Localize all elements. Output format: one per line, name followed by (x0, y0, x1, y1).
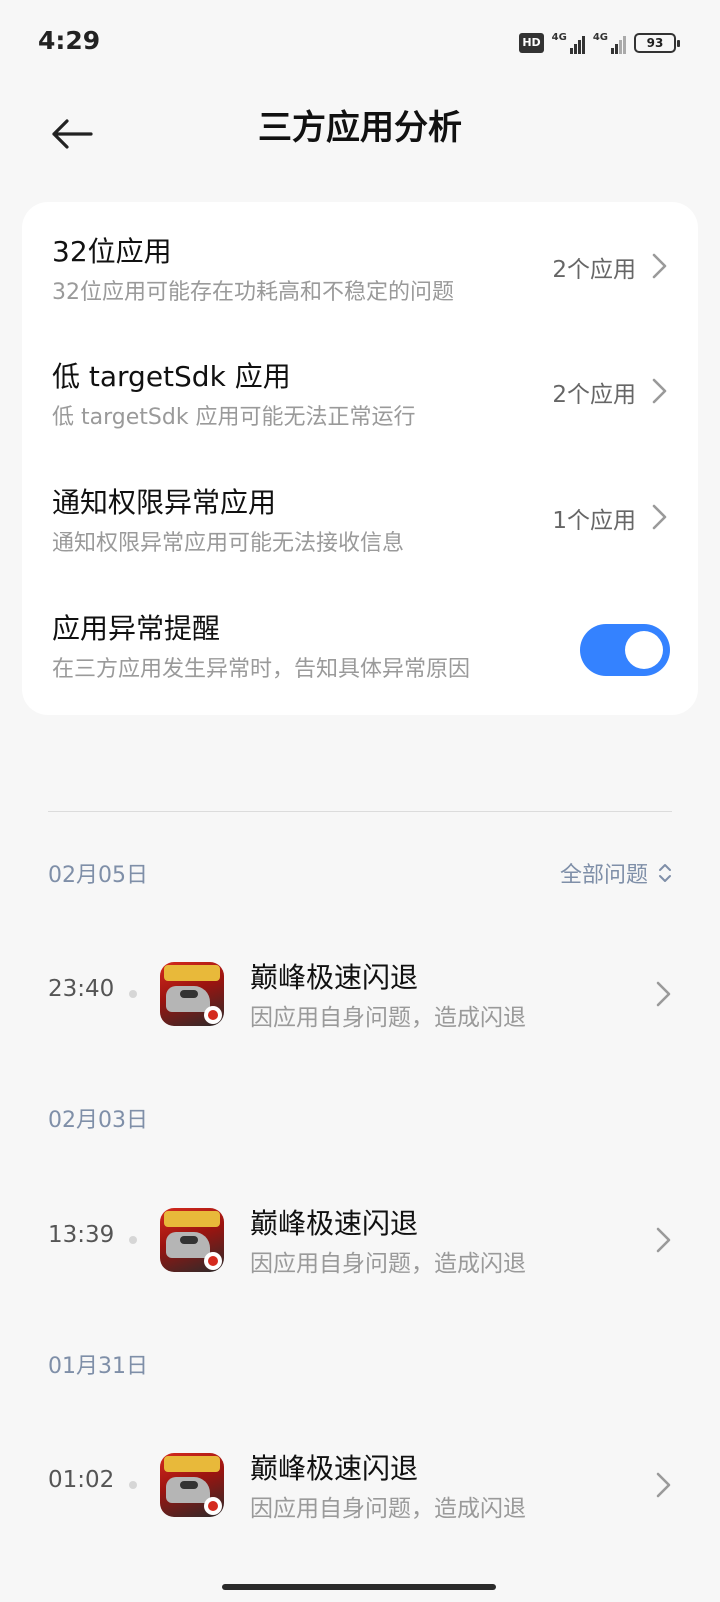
row-subtitle: 低 targetSdk 应用可能无法正常运行 (52, 405, 416, 430)
row-subtitle: 在三方应用发生异常时，告知具体异常原因 (52, 657, 471, 682)
entry-reason: 因应用自身问题，造成闪退 (250, 1251, 526, 1277)
entry-time: 01:02 (48, 1467, 115, 1493)
status-bar: 4:29 HD 4G 4G 93 (0, 0, 720, 86)
chevron-right-icon (652, 378, 667, 404)
app-header: 三方应用分析 (0, 86, 720, 196)
chevron-right-icon (656, 1227, 671, 1253)
entry-title: 巅峰极速闪退 (250, 1207, 419, 1240)
signal-icon: 4G (552, 32, 585, 54)
date-header: 02月03日 (48, 1108, 148, 1133)
analysis-card: 32位应用 32位应用可能存在功耗高和不稳定的问题 2个应用 低 targetS… (22, 202, 698, 715)
chevron-up-down-icon (659, 864, 671, 882)
racing-game-app-icon (160, 962, 224, 1026)
row-title: 应用异常提醒 (52, 612, 221, 645)
page-title: 三方应用分析 (258, 108, 462, 148)
chevron-right-icon (656, 981, 671, 1007)
entry-reason: 因应用自身问题，造成闪退 (250, 1005, 526, 1031)
crash-entry[interactable]: 23:40 巅峰极速闪退 因应用自身问题，造成闪退 (0, 934, 720, 1054)
hd-voice-icon: HD (519, 33, 544, 53)
row-title: 32位应用 (52, 235, 172, 268)
network-type-label: 4G (551, 32, 567, 43)
status-icons: HD 4G 4G 93 (519, 30, 680, 56)
timeline-dot (129, 990, 137, 998)
entry-title: 巅峰极速闪退 (250, 1452, 419, 1485)
row-count: 2个应用 (552, 382, 636, 408)
entry-title: 巅峰极速闪退 (250, 961, 419, 994)
date-header: 02月05日 (48, 863, 148, 888)
row-title: 低 targetSdk 应用 (52, 360, 291, 393)
row-32bit-apps[interactable]: 32位应用 32位应用可能存在功耗高和不稳定的问题 2个应用 (22, 202, 698, 330)
entry-time: 23:40 (48, 976, 115, 1002)
chevron-right-icon (656, 1472, 671, 1498)
toggle-knob (625, 631, 663, 669)
signal-icon-2: 4G (593, 32, 626, 54)
timeline-dot (129, 1236, 137, 1244)
status-time: 4:29 (38, 26, 101, 55)
row-subtitle: 32位应用可能存在功耗高和不稳定的问题 (52, 280, 454, 305)
row-count: 2个应用 (552, 257, 636, 283)
crash-entry[interactable]: 01:02 巅峰极速闪退 因应用自身问题，造成闪退 (0, 1425, 720, 1545)
chevron-right-icon (652, 253, 667, 279)
crash-entry[interactable]: 13:39 巅峰极速闪退 因应用自身问题，造成闪退 (0, 1180, 720, 1300)
row-count: 1个应用 (552, 508, 636, 534)
row-low-targetsdk-apps[interactable]: 低 targetSdk 应用 低 targetSdk 应用可能无法正常运行 2个… (22, 327, 698, 455)
filter-label: 全部问题 (559, 863, 648, 888)
date-header: 01月31日 (48, 1354, 148, 1379)
section-divider (48, 811, 672, 812)
home-indicator[interactable] (222, 1584, 496, 1590)
chevron-right-icon (652, 504, 667, 530)
network-type-label-2: 4G (592, 32, 608, 43)
entry-time: 13:39 (48, 1222, 115, 1248)
racing-game-app-icon (160, 1453, 224, 1517)
timeline-dot (129, 1481, 137, 1489)
exception-alert-toggle[interactable] (580, 624, 670, 676)
racing-game-app-icon (160, 1208, 224, 1272)
row-notification-permission-apps[interactable]: 通知权限异常应用 通知权限异常应用可能无法接收信息 1个应用 (22, 453, 698, 581)
row-title: 通知权限异常应用 (52, 486, 277, 519)
battery-icon: 93 (634, 33, 680, 53)
issue-filter-dropdown[interactable]: 全部问题 (560, 857, 672, 889)
entry-reason: 因应用自身问题，造成闪退 (250, 1496, 526, 1522)
row-subtitle: 通知权限异常应用可能无法接收信息 (52, 531, 405, 556)
